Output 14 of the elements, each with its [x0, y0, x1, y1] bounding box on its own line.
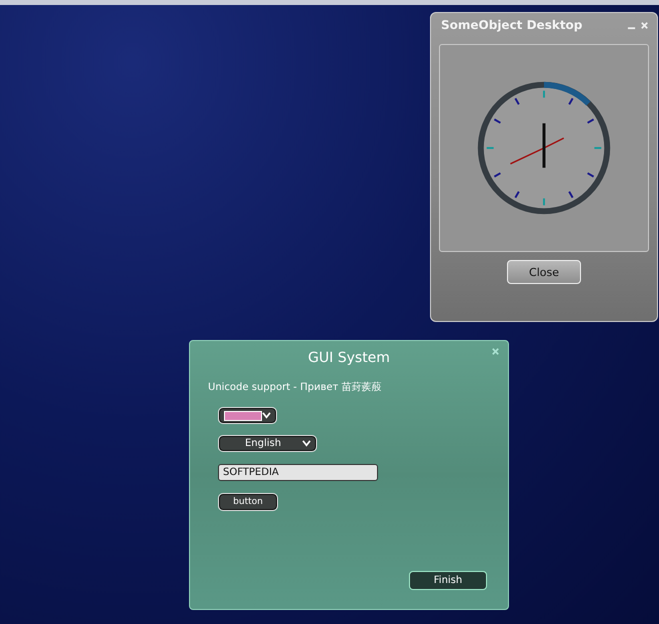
unicode-label: Unicode support - Привет 苗葑蒺蒰: [208, 380, 383, 394]
window-title: GUI System: [308, 349, 390, 366]
text-field[interactable]: SOFTPEDIA: [218, 464, 378, 481]
finish-button[interactable]: Finish: [409, 571, 487, 590]
language-dropdown[interactable]: English: [219, 436, 316, 451]
close-button[interactable]: Close: [507, 260, 581, 284]
close-icon[interactable]: [640, 20, 649, 30]
chevron-icon: [302, 440, 311, 447]
close-icon[interactable]: [491, 347, 500, 356]
button[interactable]: button: [219, 494, 277, 510]
window-title: SomeObject Desktop: [441, 18, 584, 32]
color-dropdown[interactable]: [219, 408, 276, 423]
dropdown-value: English: [244, 438, 282, 449]
chevron-icon: [262, 412, 271, 419]
